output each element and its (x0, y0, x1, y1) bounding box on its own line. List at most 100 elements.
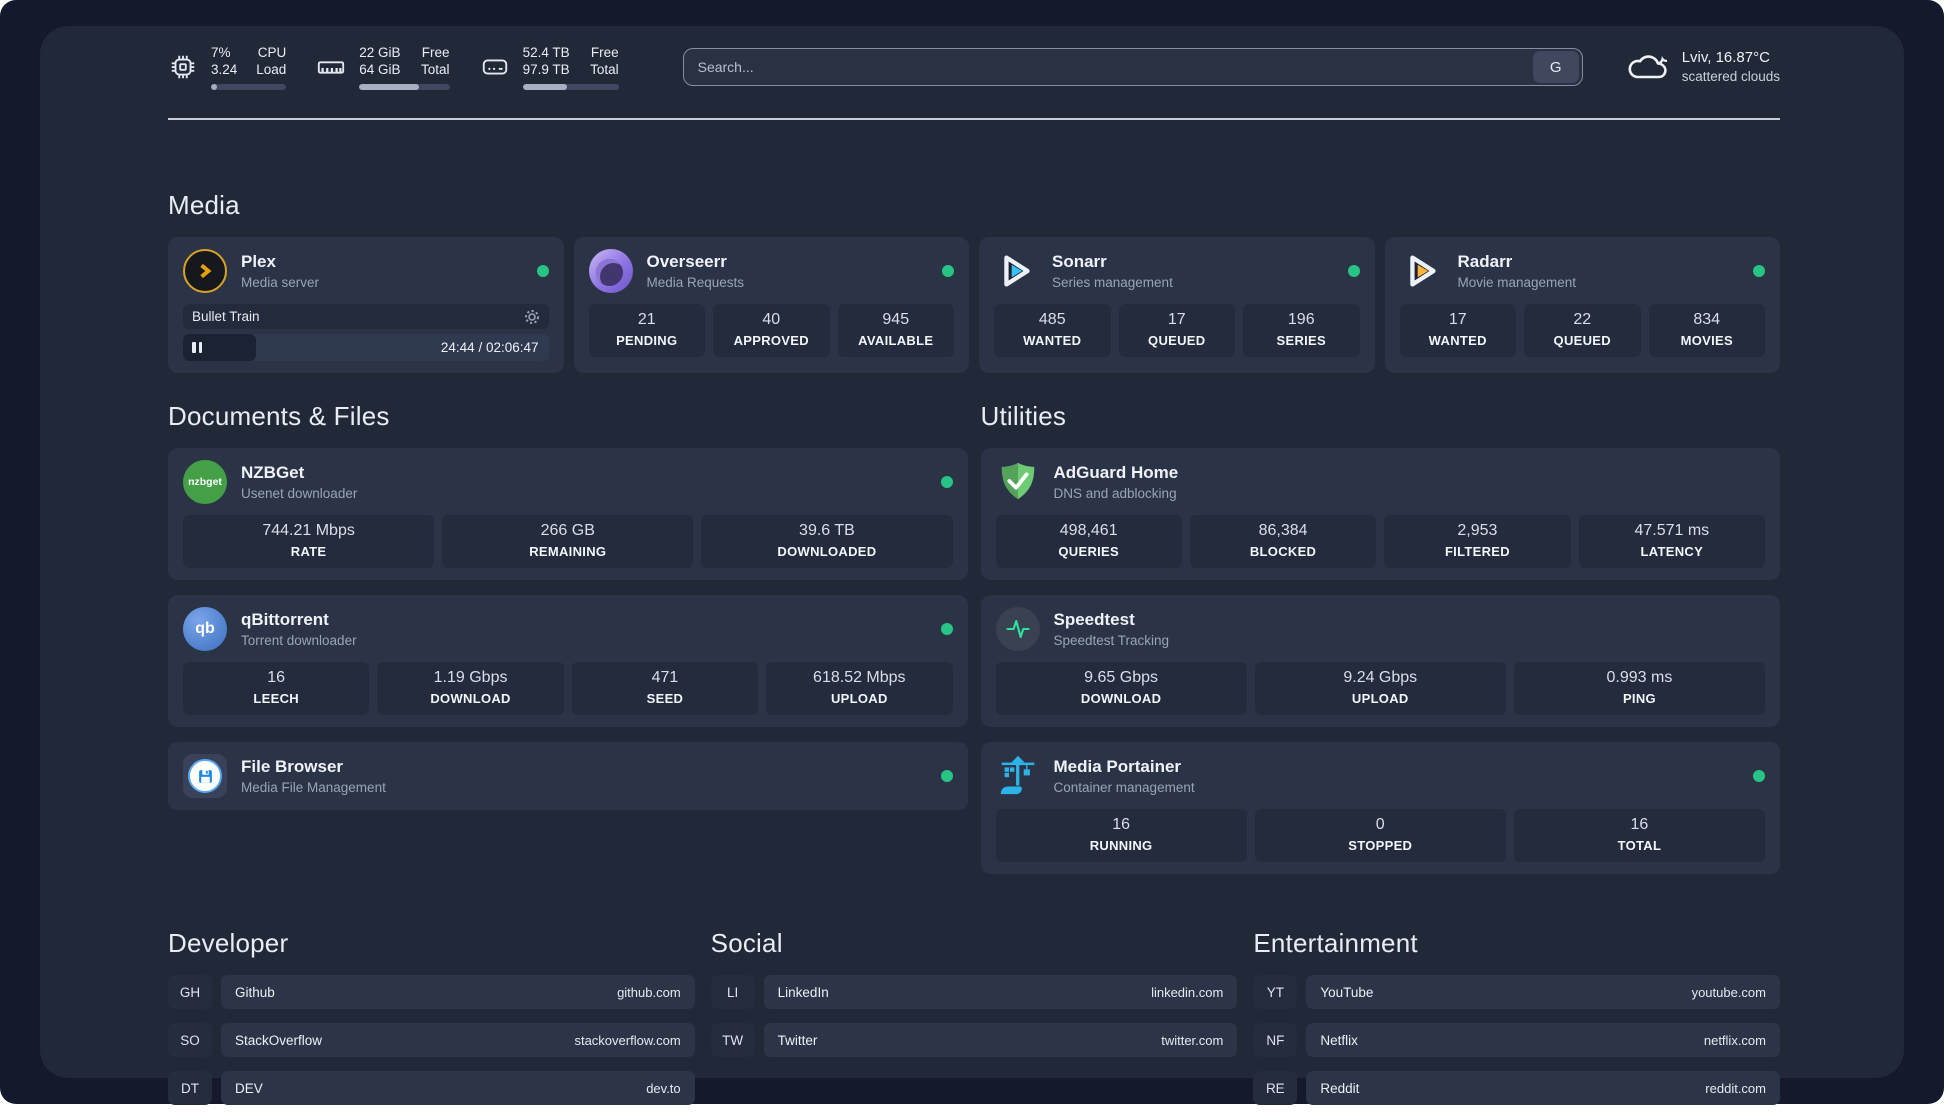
bookmark-name: LinkedIn (777, 984, 829, 1000)
portainer-icon (996, 754, 1040, 798)
app-card-nzbget[interactable]: nzbget NZBGet Usenet downloader 744.21 M… (168, 448, 968, 580)
bookmark-url: linkedin.com (1151, 984, 1224, 1000)
cpu-label: CPU (257, 45, 287, 60)
app-description: Media server (241, 275, 320, 290)
bookmark-name: DEV (235, 1080, 263, 1096)
stat-tile: 834 MOVIES (1648, 304, 1765, 357)
section-title-documents: Documents & Files (168, 401, 390, 431)
bookmark-linkedin[interactable]: LI LinkedIn linkedin.com (710, 975, 1238, 1009)
bookmark-netflix[interactable]: NF Netflix netflix.com (1253, 1023, 1780, 1057)
bookmark-twitter[interactable]: TW Twitter twitter.com (710, 1023, 1238, 1057)
status-dot (940, 476, 953, 488)
bookmark-dev[interactable]: DT DEV dev.to (168, 1071, 695, 1105)
section-title-entertainment: Entertainment (1253, 928, 1418, 958)
pause-icon[interactable] (192, 342, 202, 353)
search-input[interactable] (682, 48, 1583, 86)
stat-tile: 40 APPROVED (713, 304, 830, 357)
radarr-icon (1400, 249, 1444, 293)
stat-tile: 17 QUEUED (1118, 304, 1235, 357)
search-engine-button[interactable]: G (1532, 51, 1579, 83)
disk-stat: 52.4 TB 97.9 TB Free Total (480, 44, 619, 90)
section-social: Social LI LinkedIn linkedin.com TW Twitte… (710, 928, 1238, 1119)
stat-tile: 945 AVAILABLE (837, 304, 954, 357)
bookmark-url: reddit.com (1705, 1080, 1766, 1096)
app-card-qbittorrent[interactable]: qb qBittorrent Torrent downloader 16 LEEC… (168, 595, 968, 727)
section-utilities: Utilities AdGuard Home DNS and adblockin… (980, 401, 1780, 874)
section-media: Media Plex Media server Bullet Train 24:… (168, 190, 1780, 373)
cpu-usage: 7% (211, 45, 231, 60)
app-card-sonarr[interactable]: Sonarr Series management 485 WANTED 17 QUE… (979, 237, 1375, 373)
bookmark-url: netflix.com (1703, 1032, 1766, 1048)
stat-tile: 21 PENDING (588, 304, 705, 357)
bookmark-name: Github (235, 984, 275, 1000)
status-dot (940, 770, 953, 782)
playback-time: 24:44 / 02:06:47 (440, 340, 539, 355)
bookmark-youtube[interactable]: YT YouTube youtube.com (1253, 975, 1780, 1009)
section-documents: Documents & Files nzbget NZBGet Usenet d… (168, 401, 968, 874)
app-description: DNS and adblocking (1053, 486, 1177, 501)
bookmark-abbr: YT (1253, 975, 1298, 1009)
stat-tile: 86,384 BLOCKED (1189, 515, 1377, 568)
status-dot (1753, 770, 1765, 782)
stat-tile: 618.52 Mbps UPLOAD (766, 662, 953, 715)
bookmark-url: dev.to (646, 1080, 681, 1096)
disk-free: 52.4 TB (522, 45, 570, 60)
bookmark-name: StackOverflow (235, 1032, 323, 1048)
bookmark-reddit[interactable]: RE Reddit reddit.com (1253, 1071, 1780, 1105)
stat-tile: 196 SERIES (1243, 304, 1360, 357)
stat-tile: 0 STOPPED (1254, 809, 1506, 862)
dashboard-panel: 7% 3.24 CPU Load 22 GiB 64 GiB Free Total (40, 26, 1904, 1105)
stat-tile: 39.6 TB DOWNLOADED (701, 515, 953, 568)
section-entertainment: Entertainment YT YouTube youtube.com NF N… (1253, 928, 1780, 1119)
bookmark-github[interactable]: GH Github github.com (168, 975, 695, 1009)
qbittorrent-icon: qb (183, 607, 227, 651)
playback-progress-bar[interactable]: 24:44 / 02:06:47 (183, 334, 549, 361)
memory-progress-fill (359, 84, 419, 90)
stat-tile: 471 SEED (571, 662, 759, 715)
bookmark-abbr: LI (710, 975, 755, 1009)
app-card-adguard[interactable]: AdGuard Home DNS and adblocking 498,461 Q… (980, 448, 1780, 580)
app-name: Media Portainer (1053, 757, 1182, 776)
cloud-icon (1628, 55, 1667, 79)
stat-tile: 266 GB REMAINING (442, 515, 694, 568)
bookmark-name: YouTube (1320, 984, 1374, 1000)
app-card-portainer[interactable]: Media Portainer Container management 16 R… (980, 742, 1780, 874)
app-name: qBittorrent (241, 610, 329, 629)
gear-icon[interactable] (524, 309, 540, 325)
cpu-stat: 7% 3.24 CPU Load (168, 44, 287, 90)
stat-tile: 17 WANTED (1399, 304, 1516, 357)
cpu-progress (211, 84, 287, 90)
section-title-utilities: Utilities (980, 401, 1067, 431)
adguard-icon (996, 460, 1040, 504)
app-name: AdGuard Home (1053, 463, 1179, 482)
stat-tile: 744.21 Mbps RATE (183, 515, 435, 568)
app-description: Usenet downloader (241, 486, 358, 501)
app-description: Container management (1053, 780, 1195, 795)
bookmark-name: Twitter (777, 1032, 818, 1048)
app-card-overseerr[interactable]: Overseerr Media Requests 21 PENDING 40 APP… (573, 237, 969, 373)
app-name: Speedtest (1053, 610, 1135, 629)
nzbget-icon: nzbget (183, 460, 227, 504)
disk-total: 97.9 TB (522, 62, 570, 77)
app-card-filebrowser[interactable]: File Browser Media File Management (168, 742, 968, 810)
bookmark-stackoverflow[interactable]: SO StackOverflow stackoverflow.com (168, 1023, 695, 1057)
bookmark-url: stackoverflow.com (574, 1032, 681, 1048)
stat-tile: 0.993 ms PING (1513, 662, 1766, 715)
disk-icon (482, 59, 507, 75)
plex-icon (183, 249, 227, 293)
app-card-radarr[interactable]: Radarr Movie management 17 WANTED 22 QUEUE… (1384, 237, 1780, 373)
stat-tile: 9.65 Gbps DOWNLOAD (995, 662, 1247, 715)
app-card-speedtest[interactable]: Speedtest Speedtest Tracking 9.65 Gbps DO… (980, 595, 1780, 727)
status-dot (1753, 265, 1765, 277)
app-card-plex[interactable]: Plex Media server Bullet Train 24:44 / 0… (168, 237, 564, 373)
cpu-label2: Load (256, 62, 287, 77)
memory-progress (359, 84, 450, 90)
memory-total: 64 GiB (359, 62, 401, 77)
stat-tile: 47.571 ms LATENCY (1578, 515, 1765, 568)
stat-tile: 16 LEECH (183, 662, 370, 715)
memory-stat: 22 GiB 64 GiB Free Total (316, 44, 450, 90)
stat-tile: 16 RUNNING (995, 809, 1247, 862)
bookmark-abbr: TW (710, 1023, 755, 1057)
search-bar: G (682, 48, 1583, 86)
stat-tile: 16 TOTAL (1513, 809, 1766, 862)
